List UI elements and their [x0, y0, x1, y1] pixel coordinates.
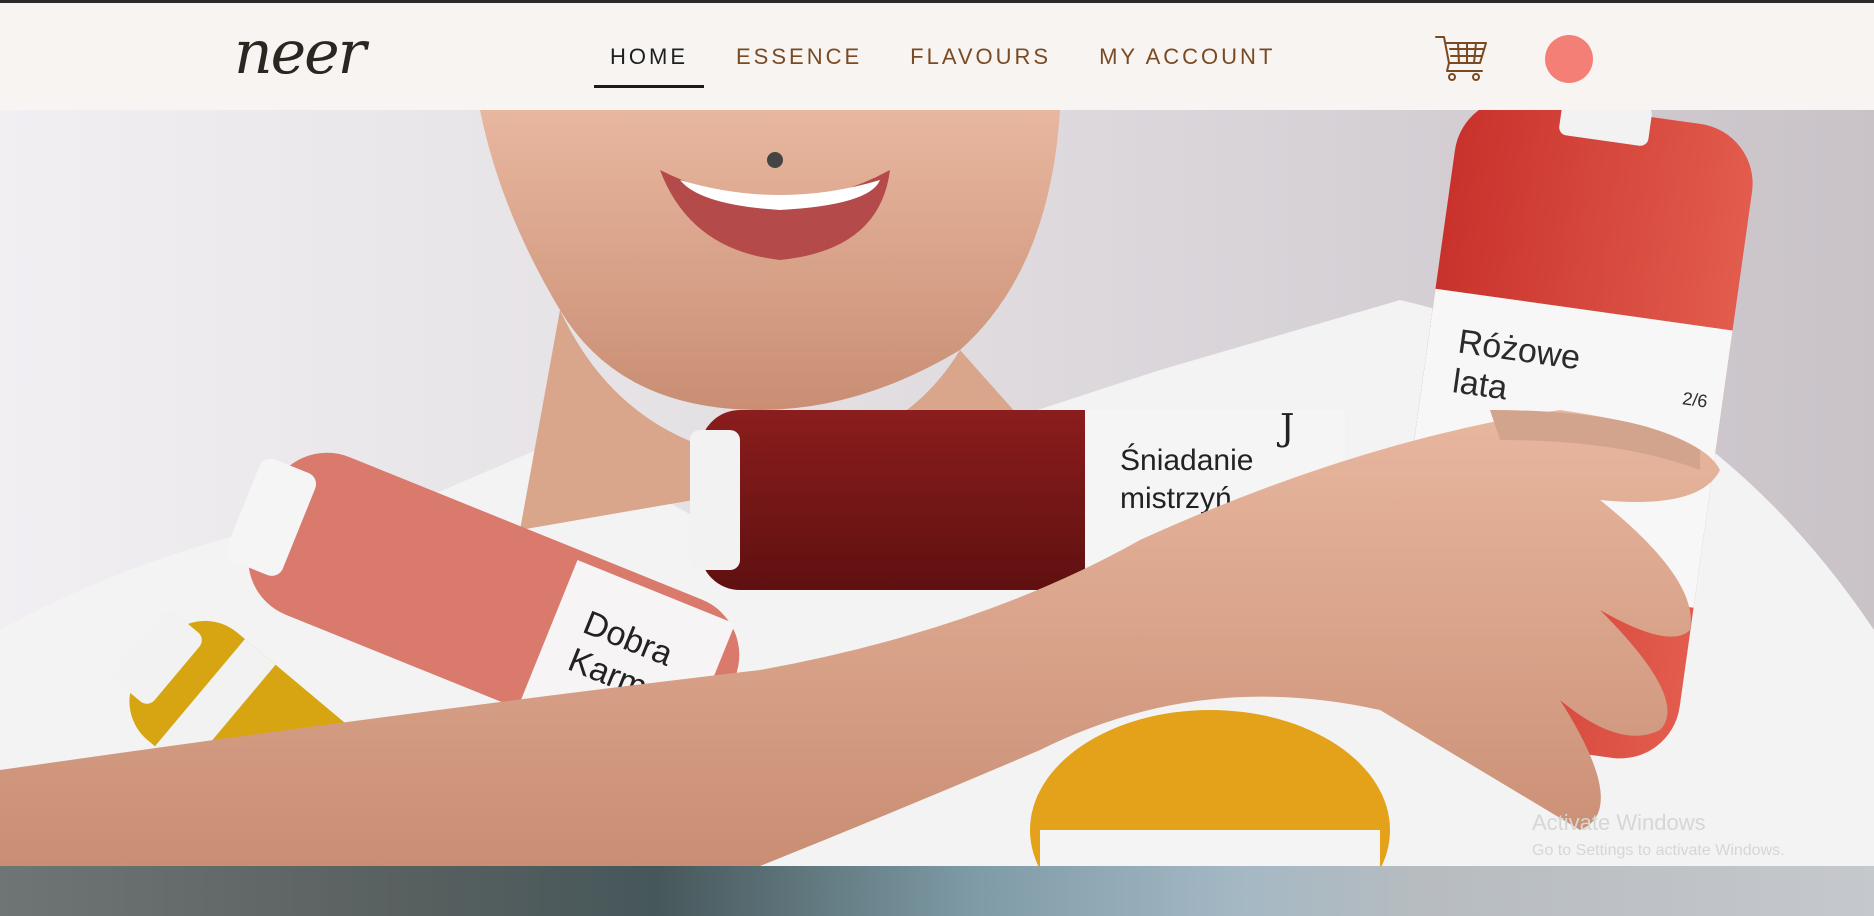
- site-header: neer HOME ESSENCE FLAVOURS MY ACCOUNT: [0, 3, 1874, 110]
- next-section-preview: [0, 866, 1874, 916]
- cart-icon[interactable]: [1434, 33, 1490, 83]
- hero-illustration: Dobra Karma Śniadanie mistrzyń J Różowe …: [0, 110, 1874, 866]
- nav-home-label: HOME: [610, 43, 688, 69]
- bottle-label-right-number: 2/6: [1681, 388, 1709, 411]
- activate-title: Activate Windows: [1532, 810, 1706, 835]
- hero-image: Dobra Karma Śniadanie mistrzyń J Różowe …: [0, 110, 1874, 866]
- nav-my-account[interactable]: MY ACCOUNT: [1099, 3, 1275, 110]
- brand-logo[interactable]: neer: [234, 23, 366, 83]
- bottle-label-right-line2: lata: [1450, 362, 1510, 407]
- nav-flavours[interactable]: FLAVOURS: [910, 3, 1051, 110]
- nav-my-account-label: MY ACCOUNT: [1099, 43, 1276, 69]
- nav-essence-label: ESSENCE: [736, 43, 863, 69]
- nav-home[interactable]: HOME: [594, 3, 704, 110]
- activate-subtitle: Go to Settings to activate Windows.: [1532, 842, 1785, 859]
- nav-flavours-label: FLAVOURS: [910, 43, 1052, 69]
- main-nav: HOME ESSENCE FLAVOURS MY ACCOUNT: [594, 3, 1323, 110]
- nav-essence[interactable]: ESSENCE: [736, 3, 862, 110]
- notification-badge[interactable]: [1546, 36, 1592, 82]
- bottle-label-middle-line1: Śniadanie: [1120, 443, 1253, 477]
- windows-activation-watermark: Activate Windows Go to Settings to activ…: [1532, 810, 1785, 860]
